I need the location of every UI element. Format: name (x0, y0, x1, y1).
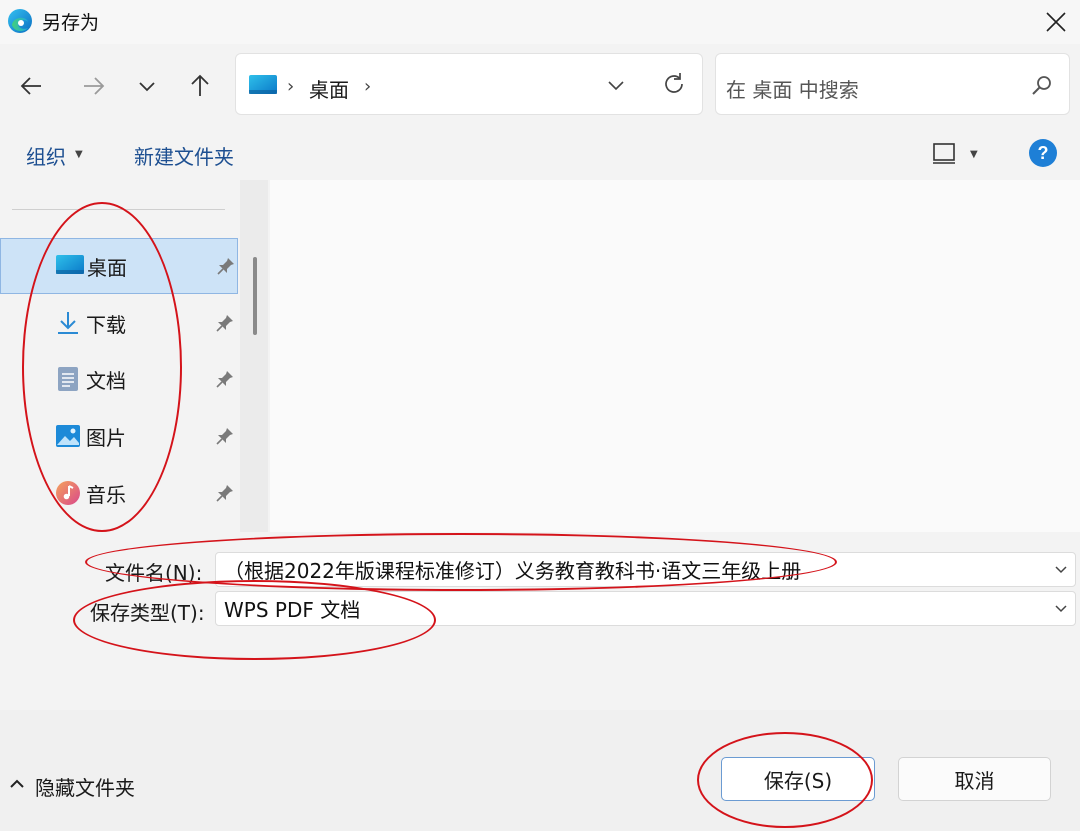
nav-divider (12, 209, 225, 210)
close-button[interactable] (1040, 6, 1072, 38)
arrow-right-icon (84, 77, 105, 95)
pin-icon (215, 426, 235, 446)
arrow-left-icon (20, 77, 41, 95)
chevron-down-icon (608, 81, 624, 91)
pin-icon (215, 369, 235, 389)
nav-scrollbar[interactable] (240, 180, 268, 532)
forward-button[interactable] (73, 66, 113, 106)
search-icon (1030, 74, 1054, 98)
search-input[interactable]: 在 桌面 中搜索 (726, 74, 859, 103)
save-button[interactable]: 保存(S) (721, 757, 875, 801)
desktop-icon (56, 253, 84, 279)
hide-folders-button[interactable]: 隐藏文件夹 (35, 772, 135, 801)
breadcrumb-desktop[interactable]: 桌面 (309, 74, 349, 103)
close-icon (1046, 12, 1066, 32)
organize-caret-icon: ▼ (75, 149, 83, 160)
recent-locations-button[interactable] (127, 66, 167, 106)
breadcrumb-chevron[interactable]: › (364, 76, 371, 97)
help-button[interactable]: ? (1028, 138, 1058, 168)
chevron-down-icon (1055, 605, 1067, 613)
filename-label: 文件名(N): (105, 561, 203, 585)
sidebar-item-desktop[interactable]: 桌面 (0, 238, 238, 294)
sidebar-item-label: 音乐 (86, 482, 126, 507)
refresh-button[interactable] (660, 70, 688, 98)
new-folder-button[interactable]: 新建文件夹 (134, 141, 234, 170)
breadcrumb-separator: › (287, 76, 295, 97)
chevron-up-icon (8, 775, 26, 793)
pin-icon (215, 483, 235, 503)
desktop-icon (248, 73, 278, 97)
chevron-down-icon (1055, 566, 1067, 574)
file-list-area[interactable] (270, 180, 1080, 532)
sidebar-item-pictures[interactable]: 图片 (0, 408, 238, 464)
sidebar-item-downloads[interactable]: 下载 (0, 295, 238, 351)
cancel-button[interactable]: 取消 (898, 757, 1051, 801)
svg-text:?: ? (1038, 143, 1049, 163)
sidebar-item-music[interactable]: 音乐 (0, 465, 238, 521)
view-layout-icon (933, 143, 955, 164)
view-button[interactable] (931, 141, 957, 167)
document-icon (55, 366, 81, 392)
view-options-caret-icon[interactable]: ▼ (970, 149, 978, 160)
sidebar-item-label: 图片 (86, 425, 126, 450)
sidebar-item-label: 下载 (86, 312, 126, 337)
address-bar[interactable] (235, 53, 703, 115)
address-history-button[interactable] (603, 72, 629, 98)
pin-icon (216, 256, 236, 276)
download-icon (55, 310, 81, 336)
up-button[interactable] (180, 66, 220, 106)
sidebar-item-label: 文档 (86, 368, 126, 393)
sidebar-item-documents[interactable]: 文档 (0, 351, 238, 407)
save-type-dropdown-button[interactable] (1052, 599, 1070, 617)
music-icon (55, 480, 81, 506)
filename-value: （根据2022年版课程标准修订）义务教育教科书·语文三年级上册 (224, 559, 802, 583)
save-type-label: 保存类型(T): (90, 601, 205, 625)
filename-input[interactable]: （根据2022年版课程标准修订）义务教育教科书·语文三年级上册 (215, 552, 1076, 587)
filename-dropdown-button[interactable] (1052, 560, 1070, 578)
pictures-icon (55, 423, 81, 449)
nav-scrollbar-thumb[interactable] (253, 257, 257, 335)
arrow-up-icon (191, 74, 209, 96)
save-type-select[interactable]: WPS PDF 文档 (215, 591, 1076, 626)
refresh-icon (665, 73, 683, 93)
sidebar-item-label: 桌面 (87, 255, 127, 280)
organize-menu[interactable]: 组织 (26, 141, 66, 170)
chevron-down-icon (139, 82, 155, 92)
title-bar (0, 0, 1080, 44)
help-icon: ? (1029, 139, 1057, 167)
back-button[interactable] (12, 66, 52, 106)
edge-logo-icon (6, 7, 34, 35)
save-type-value: WPS PDF 文档 (224, 598, 361, 622)
pin-icon (215, 313, 235, 333)
dialog-title: 另存为 (42, 12, 100, 34)
